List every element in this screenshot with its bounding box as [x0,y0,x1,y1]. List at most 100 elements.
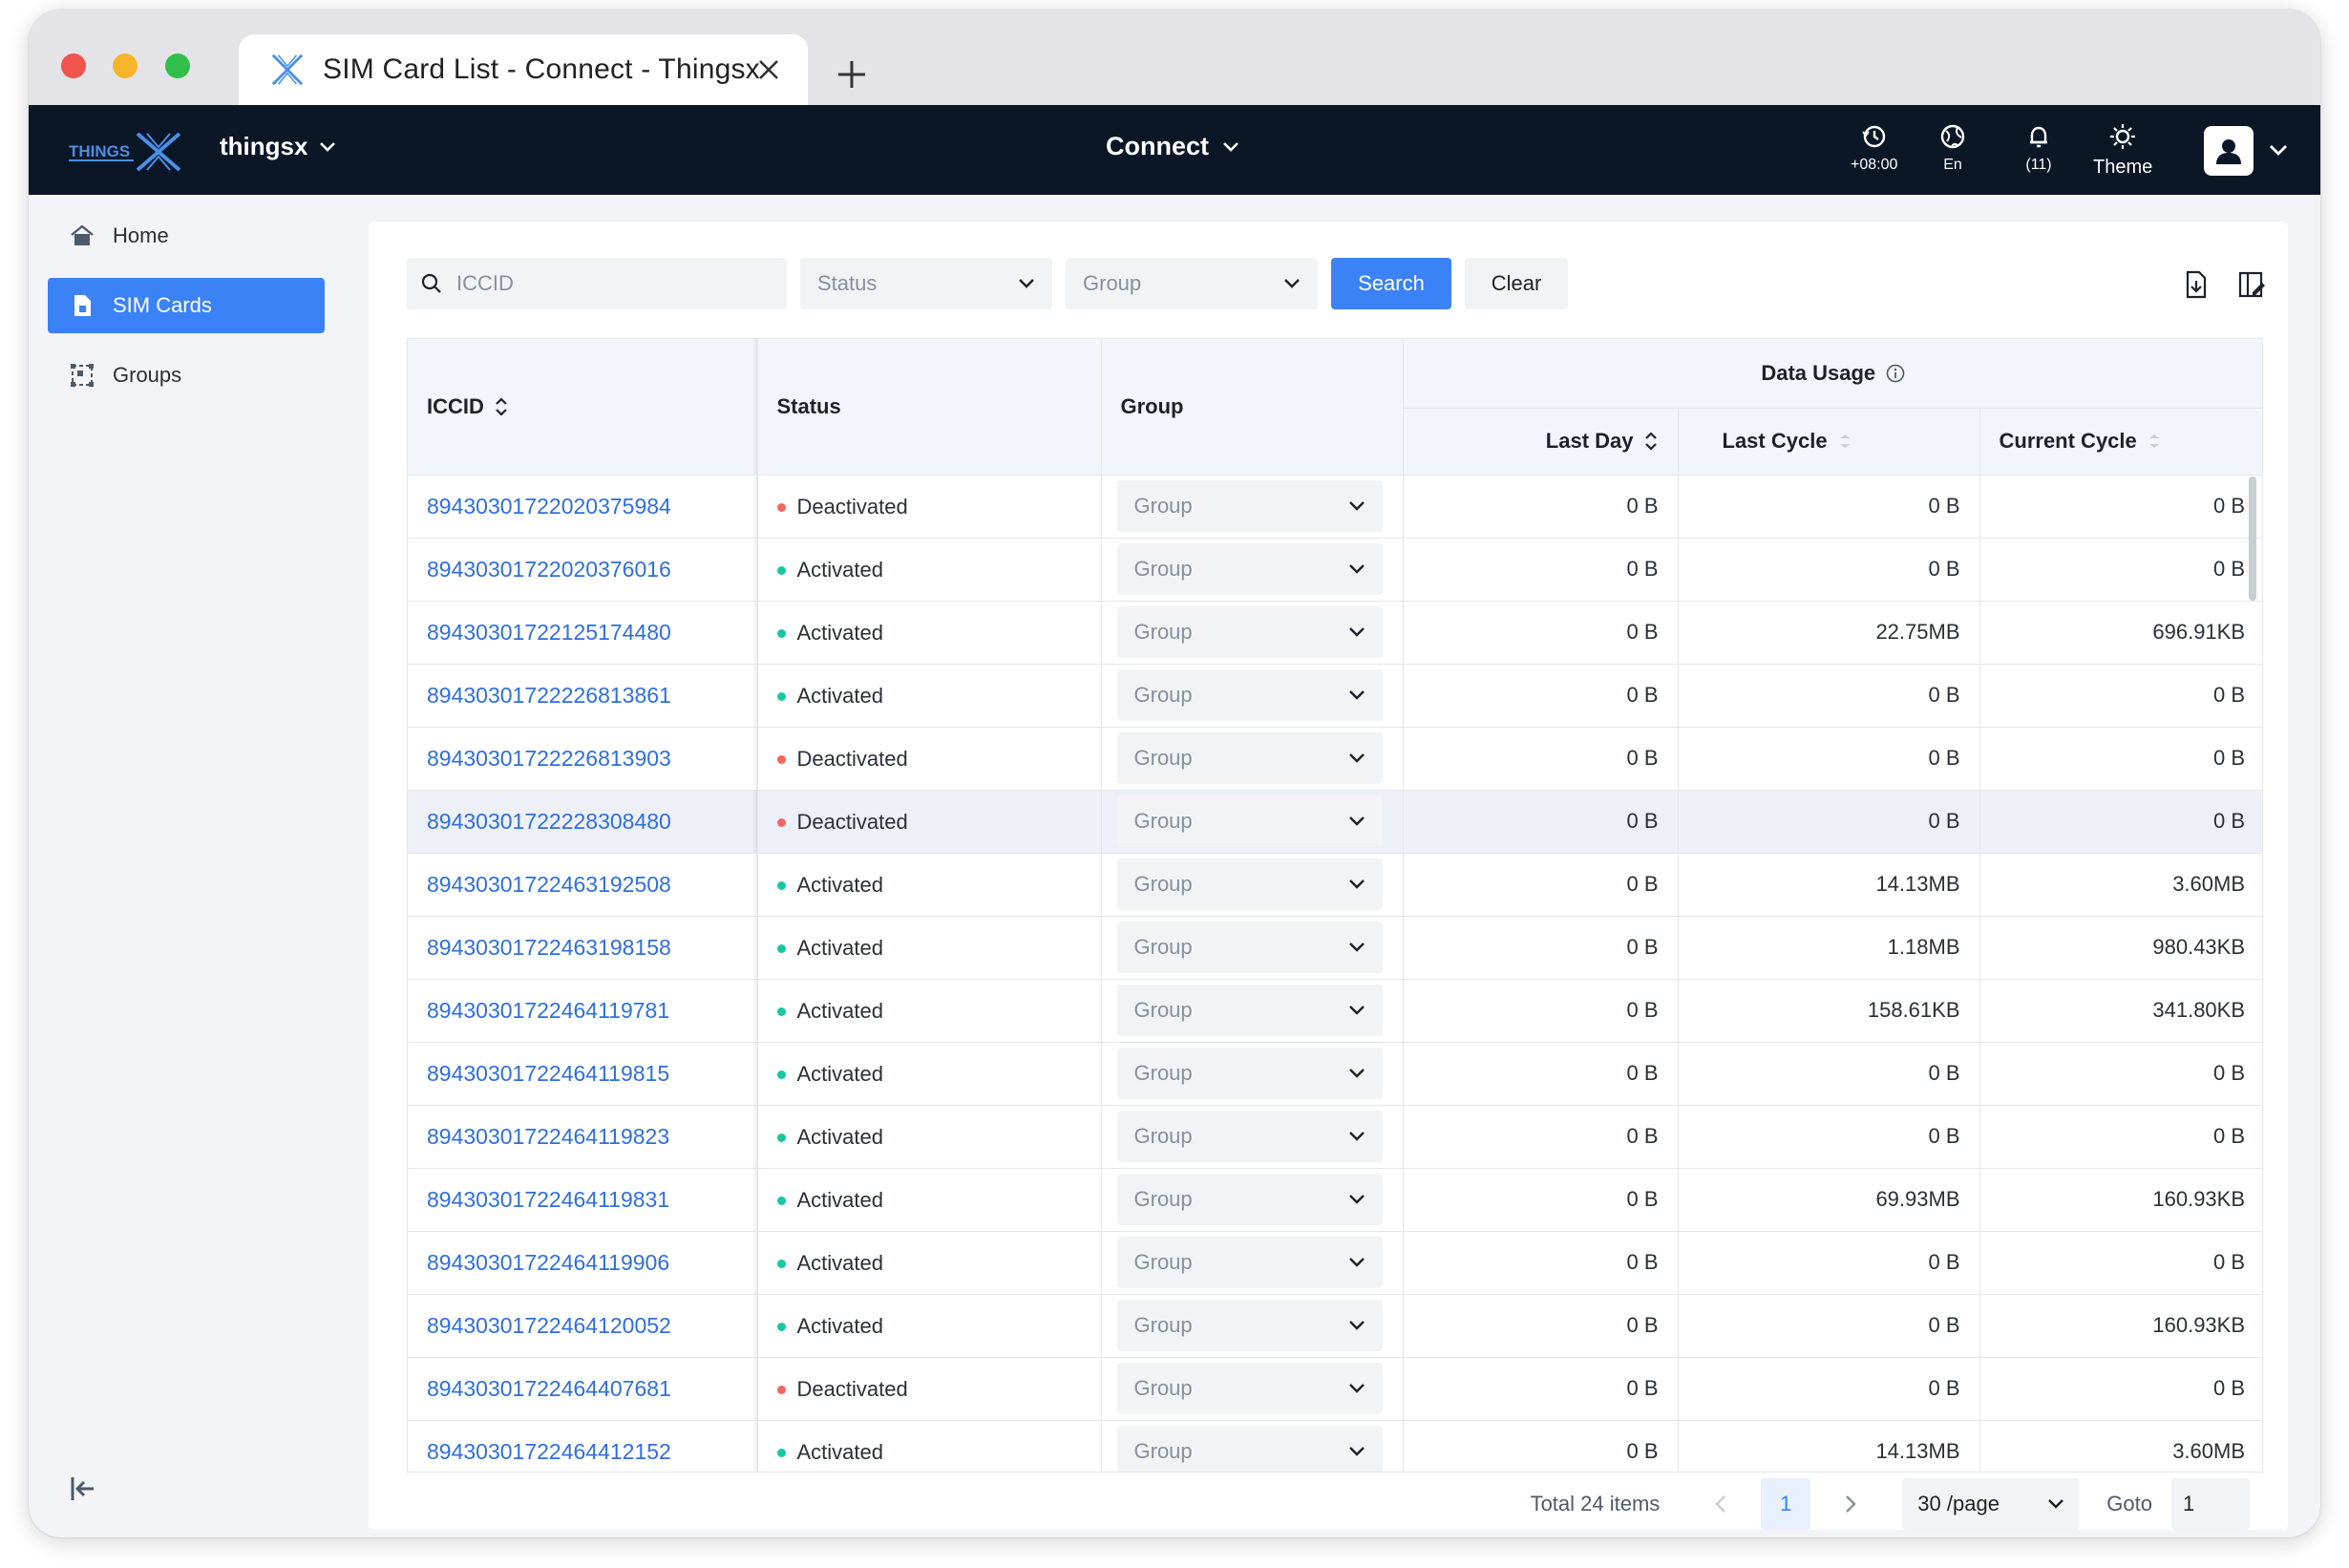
sort-icon[interactable] [2147,430,2162,453]
group-select-value: Group [1133,494,1193,518]
group-select-value: Group [1133,1187,1193,1211]
close-tab-icon[interactable] [754,55,783,84]
status-cell: Activated [757,538,1102,602]
group-select[interactable]: Group [1116,606,1383,658]
iccid-search-input[interactable]: ICCID [407,258,787,309]
search-button[interactable]: Search [1331,258,1451,309]
iccid-link[interactable]: 89430301722464407681 [427,1376,671,1401]
maximize-window-button[interactable] [165,53,190,78]
group-select[interactable]: Group [1116,1363,1383,1414]
group-select[interactable]: Group [1116,1111,1383,1162]
sort-icon[interactable] [1643,430,1659,453]
sim-card-icon [74,295,91,316]
group-select[interactable]: Group [1116,1237,1383,1288]
iccid-link[interactable]: 89430301722020376016 [427,557,671,582]
iccid-link[interactable]: 89430301722228308480 [427,809,671,834]
iccid-link[interactable]: 89430301722464119781 [427,998,669,1023]
collapse-sidebar-icon[interactable] [67,1473,99,1505]
group-select[interactable]: Group [1116,985,1383,1036]
last-day-cell: 0 B [1403,916,1679,980]
group-cell: Group [1101,1420,1404,1472]
chevron-down-icon [1348,1069,1365,1078]
table-row[interactable]: 89430301722020375984 Deactivated Group 0 B0… [408,475,2262,539]
product-switcher[interactable]: Connect [1106,132,1239,161]
iccid-link[interactable]: 89430301722226813861 [427,683,671,708]
table-row[interactable]: 89430301722463192508 Activated Group 0 B 14.… [408,853,2262,917]
current-cycle-header[interactable]: Current Cycle [1979,408,2262,476]
table-row[interactable]: 89430301722464119906 Activated Group 0 B0 B… [408,1231,2262,1295]
iccid-link[interactable]: 89430301722464119831 [427,1187,669,1212]
table-scrollbar[interactable] [2249,477,2256,601]
iccid-link[interactable]: 89430301722463198158 [427,935,671,960]
last-day-header[interactable]: Last Day [1403,408,1679,476]
table-row[interactable]: 89430301722463198158 Activated Group 0 B 1.1… [408,916,2262,980]
timezone-button[interactable]: +08:00 [1851,122,1897,174]
iccid-header[interactable]: ICCID [408,339,758,476]
iccid-link[interactable]: 89430301722463192508 [427,872,671,897]
user-avatar-button[interactable] [2204,126,2254,176]
iccid-link[interactable]: 89430301722464412152 [427,1439,671,1464]
group-select[interactable]: Group [1116,795,1383,847]
group-select[interactable]: Group [1116,1174,1383,1225]
iccid-link[interactable]: 89430301722464119823 [427,1124,669,1149]
table-row[interactable]: 89430301722464412152 Activated Group 0 B 14.… [408,1420,2262,1472]
iccid-link[interactable]: 89430301722464120052 [427,1313,671,1338]
table-row[interactable]: 89430301722464119823 Activated Group 0 B0 B… [408,1105,2262,1169]
table-row[interactable]: 89430301722228308480 Deactivated Group 0 B0… [408,790,2262,854]
group-filter-select[interactable]: Group [1066,258,1318,309]
table-row[interactable]: 89430301722226813861 Activated Group 0 B0 B… [408,664,2262,728]
iccid-link[interactable]: 89430301722020375984 [427,494,671,519]
export-icon[interactable] [2181,269,2211,300]
sidebar-item-groups[interactable]: Groups [48,348,325,403]
data-usage-label: Data Usage [1761,360,1876,385]
last-day-cell: 0 B [1403,1042,1679,1106]
group-select[interactable]: Group [1116,1048,1383,1099]
table-row[interactable]: 89430301722464119831 Activated Group 0 B 69.… [408,1168,2262,1232]
sort-icon[interactable] [1837,430,1852,453]
language-button[interactable]: En [1938,122,1967,174]
info-icon[interactable] [1885,363,1906,384]
notifications-button[interactable]: (11) [2024,122,2053,174]
group-select[interactable]: Group [1116,732,1383,784]
group-select[interactable]: Group [1116,669,1383,721]
last-cycle-header[interactable]: Last Cycle [1678,408,1980,476]
table-row[interactable]: 89430301722226813903 Deactivated Group 0 B0… [408,727,2262,791]
table-row[interactable]: 89430301722464119781 Activated Group 0 B 158… [408,979,2262,1043]
theme-button[interactable]: Theme [2093,122,2152,179]
status-select[interactable]: Status [800,258,1052,309]
minimize-window-button[interactable] [113,53,138,78]
group-select[interactable]: Group [1116,1426,1383,1472]
page-size-select[interactable]: 30 /page [1902,1478,2081,1530]
goto-page-input[interactable]: 1 [2171,1478,2250,1530]
group-select-value: Group [1133,935,1193,959]
prev-page-button[interactable] [1700,1483,1742,1525]
table-row[interactable]: 89430301722125174480 Activated Group 0 B 22.… [408,601,2262,665]
status-text: Deactivated [796,1377,908,1402]
table-row[interactable]: 89430301722464407681 Deactivated Group 0 B0… [408,1357,2262,1421]
page-button-1[interactable]: 1 [1761,1478,1811,1530]
close-window-button[interactable] [61,53,86,78]
group-select[interactable]: Group [1116,922,1383,973]
table-row[interactable]: 89430301722464119815 Activated Group 0 B0 B… [408,1042,2262,1106]
column-settings-icon[interactable] [2236,269,2267,300]
iccid-link[interactable]: 89430301722226813903 [427,746,671,771]
sidebar-item-home[interactable]: Home [48,208,325,264]
clear-button[interactable]: Clear [1465,258,1568,309]
next-page-button[interactable] [1830,1483,1872,1525]
new-tab-icon[interactable] [833,55,871,94]
chevron-down-icon[interactable] [2269,143,2288,157]
sidebar-item-sim-cards[interactable]: SIM Cards [48,278,325,333]
table-row[interactable]: 89430301722020376016 Activated Group 0 B0 B… [408,538,2262,602]
chevron-down-icon [1348,564,1365,574]
table-row[interactable]: 89430301722464120052 Activated Group 0 B0 B… [408,1294,2262,1358]
iccid-link[interactable]: 89430301722464119906 [427,1250,669,1275]
browser-tab[interactable]: SIM Card List - Connect - Thingsx [239,34,808,105]
group-select[interactable]: Group [1116,1300,1383,1351]
org-switcher[interactable]: thingsx [220,132,336,161]
group-select[interactable]: Group [1116,858,1383,910]
iccid-link[interactable]: 89430301722125174480 [427,620,671,645]
group-select[interactable]: Group [1116,480,1383,532]
sort-icon[interactable] [494,395,509,418]
group-select[interactable]: Group [1116,543,1383,595]
iccid-link[interactable]: 89430301722464119815 [427,1061,669,1086]
